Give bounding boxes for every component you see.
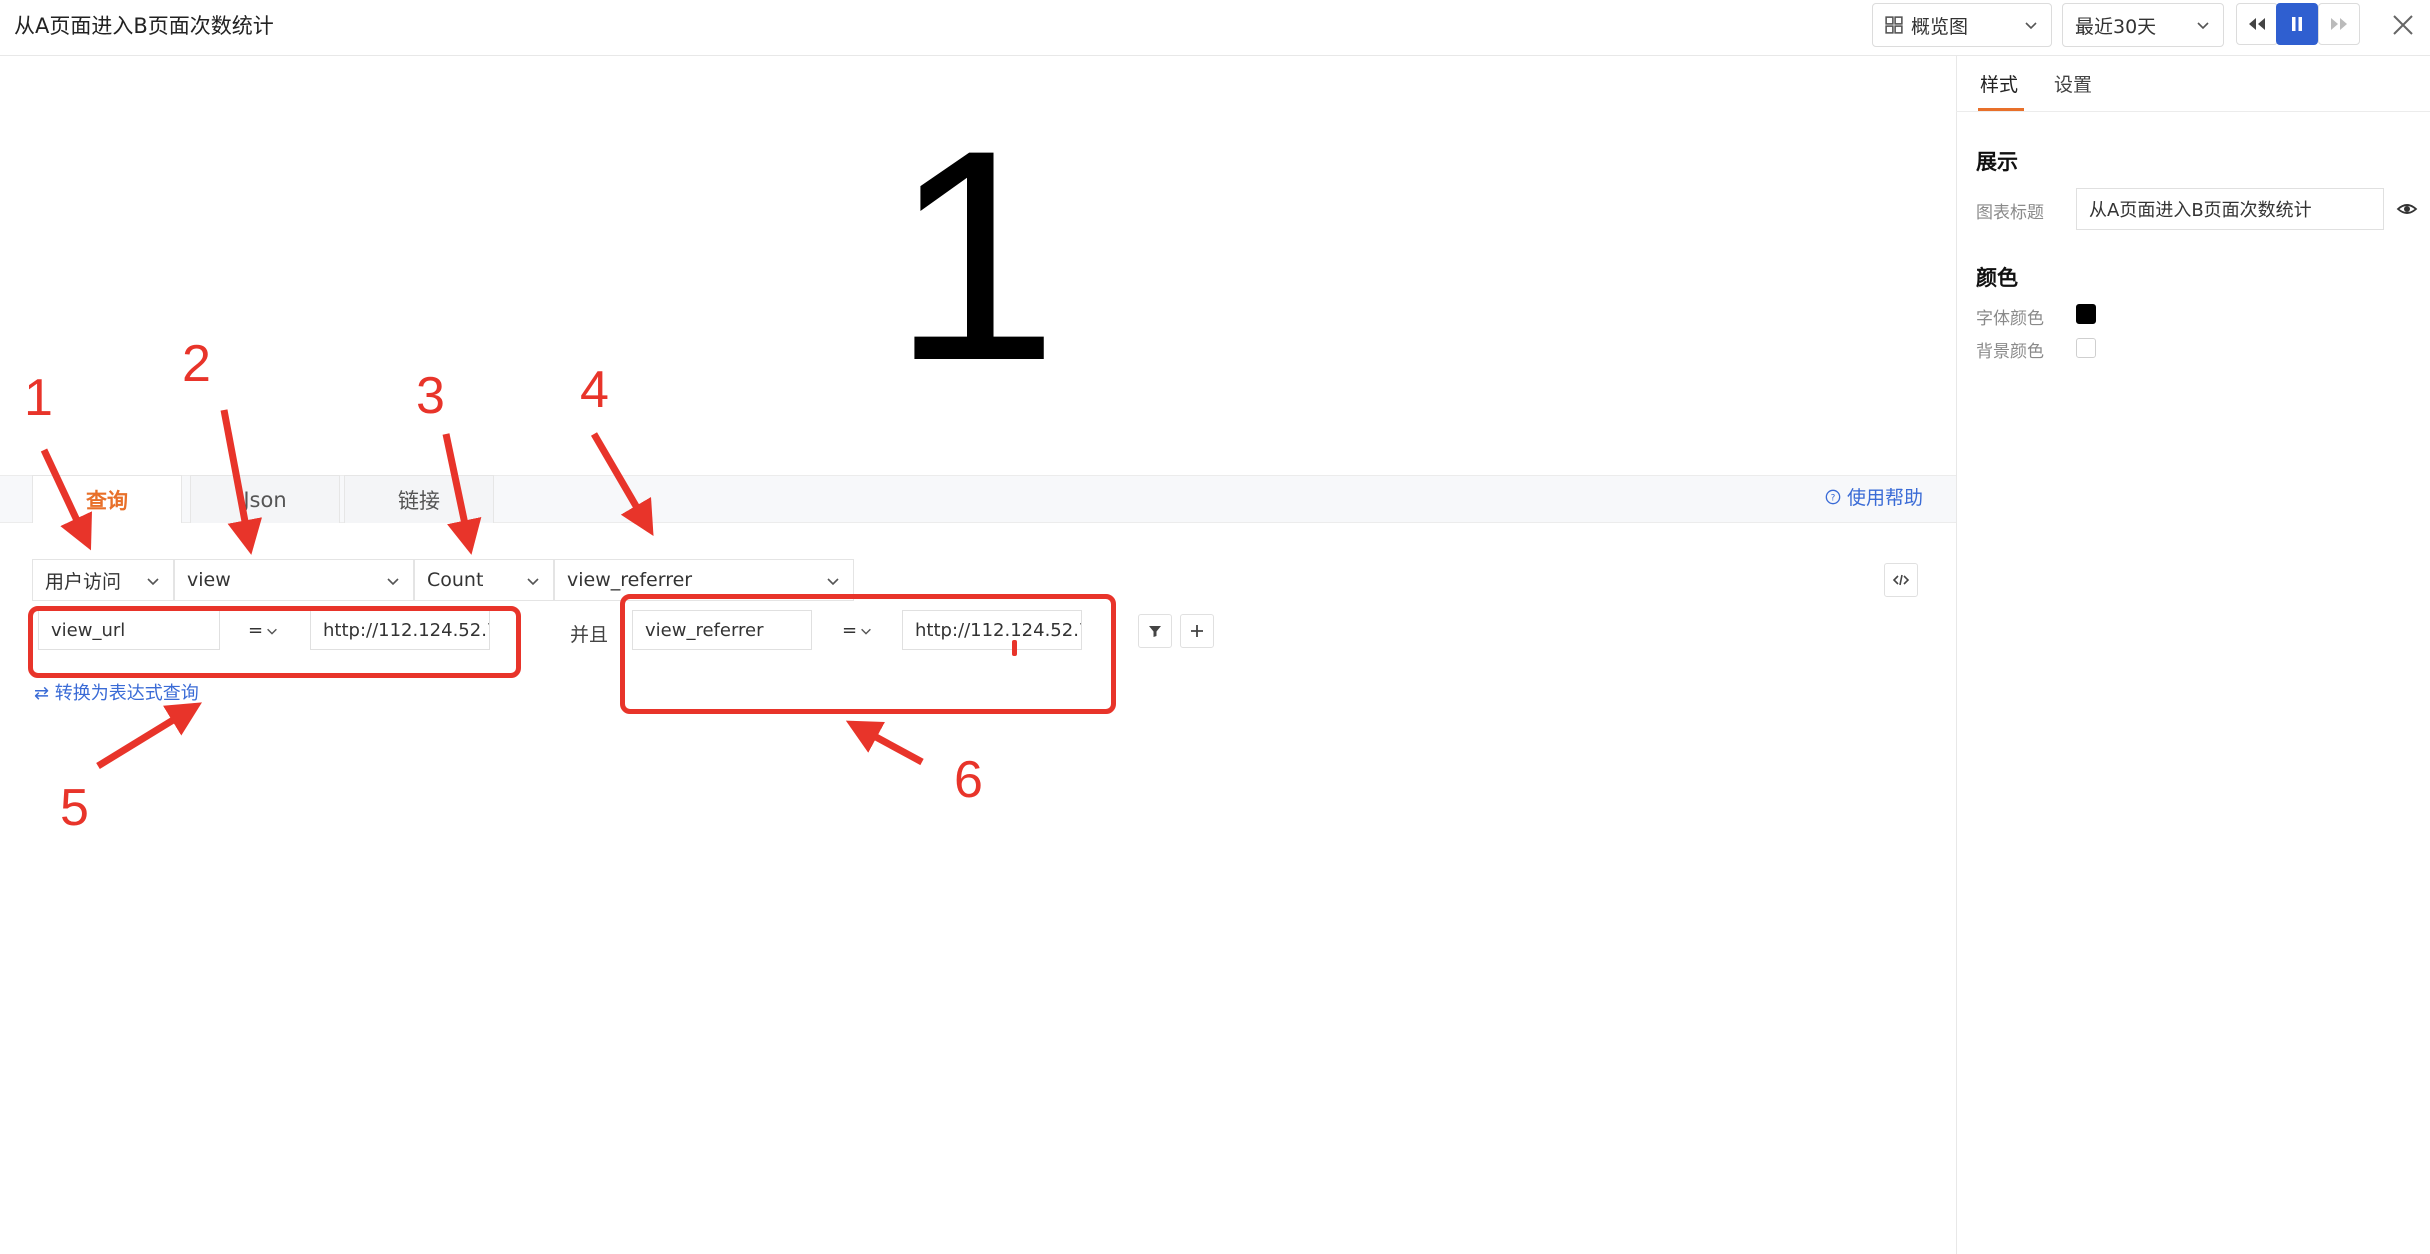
annotation-arrow-4	[590, 432, 654, 537]
annotation-label-6: 6	[954, 751, 983, 809]
annotation-arrow-6	[845, 720, 924, 766]
annotation-arrow-1	[40, 448, 92, 551]
annotation-arrow-3	[442, 433, 482, 555]
annotation-label-4: 4	[580, 361, 609, 419]
annotation-arrow-2	[220, 409, 263, 555]
annotation-label-5: 5	[60, 779, 89, 837]
annotation-label-1: 1	[24, 369, 53, 427]
annotation-label-3: 3	[416, 367, 445, 425]
annotation-label-2: 2	[182, 335, 211, 393]
annotation-arrow-5	[96, 702, 202, 769]
annotation-arrows	[40, 409, 924, 769]
